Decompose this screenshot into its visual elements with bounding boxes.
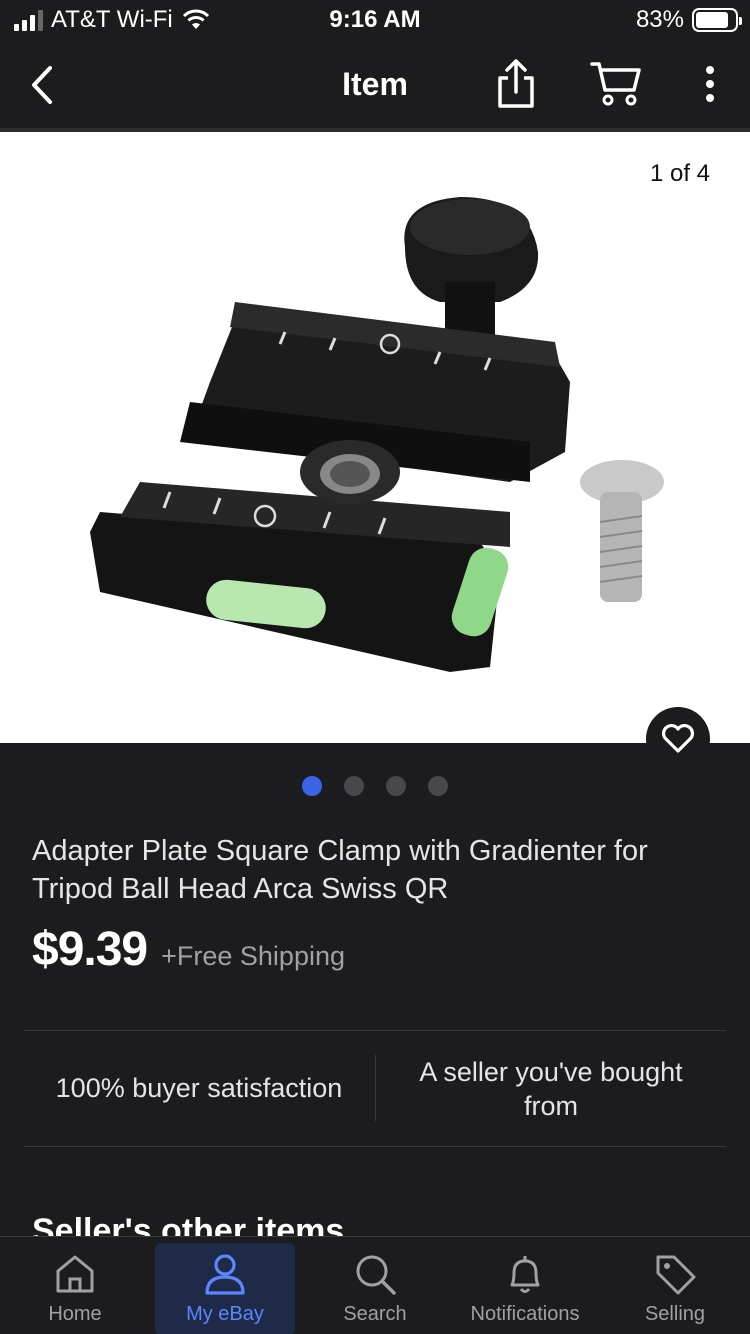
pagination-dot[interactable] <box>386 776 406 796</box>
tab-selling[interactable]: Selling <box>600 1237 750 1334</box>
tab-label: Notifications <box>470 1303 580 1325</box>
tab-label: My eBay <box>186 1303 264 1325</box>
battery-icon <box>692 8 742 32</box>
tag-icon <box>656 1255 696 1295</box>
tab-label: Home <box>48 1303 102 1325</box>
buyer-satisfaction: 100% buyer satisfaction <box>55 1073 343 1103</box>
item-title: Adapter Plate Square Clamp with Gradient… <box>32 835 648 905</box>
battery-percent: 83% <box>635 6 684 33</box>
tab-my-ebay[interactable]: My eBay <box>155 1243 295 1334</box>
home-icon <box>56 1255 94 1293</box>
seller-stats: 100% buyer satisfaction A seller you've … <box>24 1031 726 1146</box>
heart-icon <box>662 724 694 753</box>
image-gallery[interactable]: 1 of 4 <box>0 132 750 743</box>
bell-icon <box>510 1256 540 1293</box>
person-icon <box>205 1254 245 1295</box>
tab-notifications[interactable]: Notifications <box>450 1237 600 1334</box>
tab-label: Search <box>343 1303 407 1325</box>
image-counter: 1 of 4 <box>649 160 710 187</box>
cart-icon[interactable] <box>590 58 642 108</box>
battery-fill <box>696 12 728 28</box>
price-row: $9.39 +Free Shipping <box>32 922 345 977</box>
shipping-info: +Free Shipping <box>161 941 345 971</box>
nav-bar: Item <box>0 42 750 128</box>
item-price: $9.39 <box>32 923 148 976</box>
gallery-pagination[interactable] <box>0 776 750 796</box>
seller-relationship: A seller you've bought from <box>419 1056 683 1121</box>
pagination-dot[interactable] <box>428 776 448 796</box>
divider <box>24 1146 726 1147</box>
watch-button[interactable] <box>646 707 710 771</box>
tab-label: Selling <box>644 1303 706 1325</box>
tab-search[interactable]: Search <box>300 1237 450 1334</box>
tab-bar: Home My eBay Search Notifications Sellin… <box>0 1236 750 1334</box>
share-icon[interactable] <box>494 58 538 110</box>
tab-home[interactable]: Home <box>0 1237 150 1334</box>
pagination-dot[interactable] <box>344 776 364 796</box>
product-image[interactable] <box>60 152 700 732</box>
status-right: 83% <box>635 6 742 34</box>
search-icon <box>356 1255 396 1295</box>
pagination-dot[interactable] <box>302 776 322 796</box>
more-icon[interactable] <box>698 64 722 104</box>
status-bar: AT&T Wi-Fi 9:16 AM 83% <box>0 0 750 40</box>
